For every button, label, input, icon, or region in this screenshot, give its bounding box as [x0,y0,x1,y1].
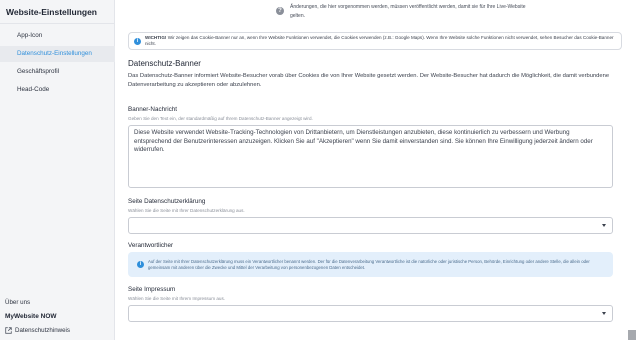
banner-message-textarea[interactable]: Diese Website verwendet Website-Tracking… [128,125,613,188]
privacy-notice-label: Datenschutzhinweis [15,327,71,334]
privacy-page-help: Wählen Sie die Seite mit Ihrer Datenschu… [128,208,245,213]
about-label: Über uns [5,299,31,306]
publish-notice: ? Änderungen, die hier vorgenommen werde… [276,3,540,21]
publish-notice-text: Änderungen, die hier vorgenommen werden,… [290,4,526,19]
product-name: MyWebsite NOW [5,313,57,320]
responsible-info-box: i Auf der Seite mit Ihrer Datenschutzerk… [128,252,613,277]
cookie-info-banner: i WICHTIG! Wir zeigen das Cookie-Banner … [128,32,622,50]
help-icon: ? [276,7,284,15]
privacy-notice-link[interactable]: Datenschutzhinweis [5,327,70,334]
responsible-info-text: Auf der Seite mit Ihrer Datenschutzerklä… [148,259,590,270]
chevron-down-icon [602,224,606,227]
imprint-page-label: Seite Impressum [128,286,176,293]
imprint-page-select[interactable] [128,305,613,322]
sidebar: Website-Einstellungen App-Icon Datenschu… [0,0,115,340]
section-title: Datenschutz-Banner [128,59,201,68]
external-link-icon [5,327,12,334]
banner-message-label: Banner-Nachricht [128,106,177,113]
imprint-page-help: Wählen Sie die Seite mit Ihrem Impressum… [128,296,226,301]
info-body: Wir zeigen das Cookie-Banner nur an, wen… [145,35,614,47]
banner-message-help: Geben Sie den Text ein, der standardmäßi… [128,116,313,121]
responsible-label: Verantwortlicher [128,242,174,249]
sidebar-item-app-icon[interactable]: App-Icon [0,28,115,44]
cookie-info-text: WICHTIG! Wir zeigen das Cookie-Banner nu… [145,35,619,48]
info-strong: WICHTIG! [145,35,167,40]
info-icon: i [134,38,141,45]
chevron-down-icon [602,312,606,315]
sidebar-item-privacy-settings[interactable]: Datenschutz-Einstellungen [0,46,115,62]
section-description: Das Datenschutz-Banner informiert Websit… [128,73,610,88]
sidebar-title: Website-Einstellungen [6,7,97,17]
privacy-page-label: Seite Datenschutzerklärung [128,198,206,205]
sidebar-item-business-profile[interactable]: Geschäftsprofil [0,64,115,80]
sidebar-item-head-code[interactable]: Head-Code [0,82,115,98]
sidebar-divider [0,23,115,24]
info-icon: i [137,261,144,268]
scrollbar-thumb[interactable] [628,330,636,340]
privacy-page-select[interactable] [128,217,613,234]
